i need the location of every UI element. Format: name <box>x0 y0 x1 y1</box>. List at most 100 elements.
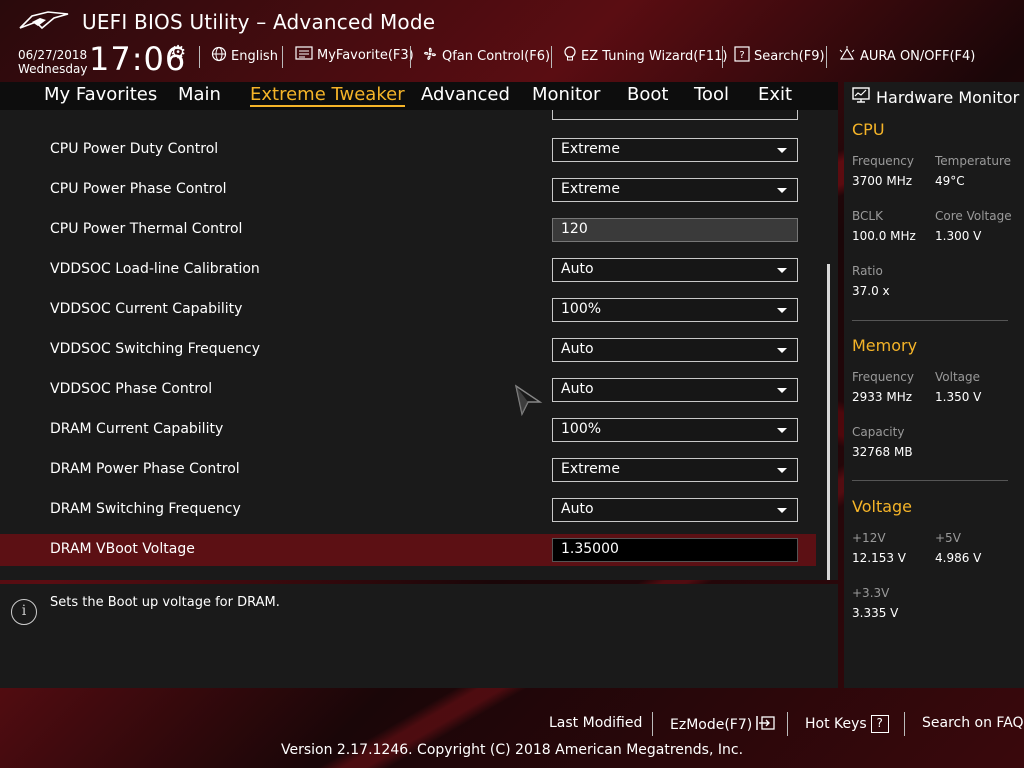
tab-main[interactable]: Main <box>178 84 221 105</box>
hot-keys-label: Hot Keys <box>805 716 867 732</box>
setting-dropdown[interactable]: 100% <box>552 298 798 322</box>
tab-my-favorites[interactable]: My Favorites <box>44 84 157 105</box>
tab-advanced[interactable]: Advanced <box>421 84 510 105</box>
setting-dropdown[interactable]: Auto <box>552 498 798 522</box>
setting-row-vddsoc-current-capability[interactable]: VDDSOC Current Capability 100% <box>0 294 816 326</box>
search-icon: ? <box>734 46 750 66</box>
chevron-down-icon <box>777 268 787 273</box>
help-text: Sets the Boot up voltage for DRAM. <box>50 595 280 610</box>
search-faq-button[interactable]: Search on FAQ <box>922 715 1024 731</box>
myfavorite-label: MyFavorite(F3) <box>317 47 414 63</box>
cpu-temperature-value: 49°C <box>935 174 965 188</box>
dropdown-value: Auto <box>561 381 594 397</box>
setting-label: DRAM Power Phase Control <box>50 461 240 477</box>
setting-row-dram-vboot-voltage[interactable]: DRAM VBoot Voltage 1.35000 <box>0 534 816 566</box>
search-button[interactable]: ? Search(F9) <box>734 46 825 66</box>
language-button[interactable]: English <box>211 46 278 66</box>
globe-icon <box>211 46 227 66</box>
chevron-down-icon <box>777 188 787 193</box>
myfavorite-button[interactable]: MyFavorite(F3) <box>295 46 414 64</box>
last-modified-label: Last Modified <box>549 715 643 731</box>
mouse-cursor-icon <box>514 384 543 416</box>
chevron-down-icon <box>777 148 787 153</box>
voltage-input[interactable]: 1.35000 <box>552 538 798 562</box>
setting-dropdown[interactable]: Auto <box>552 378 798 402</box>
tab-extreme-tweaker[interactable]: Extreme Tweaker <box>250 84 405 107</box>
bulb-icon <box>563 46 577 66</box>
divider <box>722 46 723 68</box>
capacity-label: Capacity <box>852 425 905 439</box>
v12-value: 12.153 V <box>852 551 907 565</box>
chevron-down-icon <box>777 308 787 313</box>
input-value: 1.35000 <box>561 541 619 557</box>
hardware-monitor-panel: Hardware Monitor CPU Frequency Temperatu… <box>844 82 1024 688</box>
setting-dropdown[interactable]: Auto <box>552 338 798 362</box>
help-icon: ? <box>870 715 889 733</box>
divider <box>551 46 552 68</box>
ezmode-button[interactable]: EzMode(F7) <box>670 715 776 735</box>
gear-icon[interactable]: ⚙ <box>170 42 186 63</box>
version-text: Version 2.17.1246. Copyright (C) 2018 Am… <box>280 742 744 758</box>
setting-label: DRAM Current Capability <box>50 421 224 437</box>
tab-monitor[interactable]: Monitor <box>532 84 600 105</box>
hot-keys-button[interactable]: Hot Keys ? <box>805 715 889 733</box>
rog-logo-icon <box>19 11 69 30</box>
chevron-down-icon <box>777 428 787 433</box>
divider <box>826 46 827 68</box>
partial-dropdown[interactable] <box>552 110 798 120</box>
setting-dropdown[interactable]: Extreme <box>552 178 798 202</box>
field-value: 120 <box>561 221 588 237</box>
app-title: UEFI BIOS Utility – Advanced Mode <box>82 10 436 34</box>
setting-row-vddsoc-switching-frequency[interactable]: VDDSOC Switching Frequency Auto <box>0 334 816 366</box>
ez-tuning-wizard-button[interactable]: EZ Tuning Wizard(F11) <box>563 46 727 66</box>
setting-row-vddsoc-phase-control[interactable]: VDDSOC Phase Control Auto <box>0 374 816 406</box>
setting-dropdown[interactable]: Extreme <box>552 458 798 482</box>
setting-row-dram-power-phase-control[interactable]: DRAM Power Phase Control Extreme <box>0 454 816 486</box>
setting-row-vddsoc-llc[interactable]: VDDSOC Load-line Calibration Auto <box>0 254 816 286</box>
aura-label: AURA ON/OFF(F4) <box>860 48 976 64</box>
tab-tool[interactable]: Tool <box>694 84 729 105</box>
divider <box>787 712 788 736</box>
header: UEFI BIOS Utility – Advanced Mode 06/27/… <box>0 0 1024 82</box>
cpu-temperature-label: Temperature <box>935 154 1012 168</box>
setting-dropdown[interactable]: 100% <box>552 418 798 442</box>
setting-row-dram-switching-frequency[interactable]: DRAM Switching Frequency Auto <box>0 494 816 526</box>
setting-row-cpu-power-phase-control[interactable]: CPU Power Phase Control Extreme <box>0 174 816 206</box>
main-menu-bar: My Favorites Main Extreme Tweaker Advanc… <box>0 82 838 110</box>
v33-label: +3.3V <box>852 586 890 600</box>
setting-dropdown[interactable]: Auto <box>552 258 798 282</box>
v5-value: 4.986 V <box>935 551 982 565</box>
tab-boot[interactable]: Boot <box>627 84 668 105</box>
date-text: 06/27/2018 <box>18 48 88 62</box>
ratio-label: Ratio <box>852 264 883 278</box>
setting-label: CPU Power Phase Control <box>50 181 227 197</box>
core-voltage-label: Core Voltage <box>935 209 1012 223</box>
ez-tuning-label: EZ Tuning Wizard(F11) <box>581 48 728 64</box>
setting-value-field[interactable]: 120 <box>552 218 798 242</box>
dropdown-value: Auto <box>561 341 594 357</box>
divider <box>852 480 1008 481</box>
chevron-down-icon <box>777 348 787 353</box>
setting-dropdown[interactable]: Extreme <box>552 138 798 162</box>
dropdown-value: Auto <box>561 501 594 517</box>
divider <box>652 712 653 736</box>
dropdown-value: Extreme <box>561 461 620 477</box>
last-modified-button[interactable]: Last Modified <box>549 715 642 731</box>
date-display: 06/27/2018 Wednesday <box>18 48 87 76</box>
tab-exit[interactable]: Exit <box>758 84 792 105</box>
aura-toggle-button[interactable]: AURA ON/OFF(F4) <box>838 46 975 66</box>
bclk-label: BCLK <box>852 209 883 223</box>
setting-row-dram-current-capability[interactable]: DRAM Current Capability 100% <box>0 414 816 446</box>
divider <box>199 46 200 68</box>
scrollbar[interactable] <box>827 264 830 580</box>
setting-row-cpu-power-thermal-control[interactable]: CPU Power Thermal Control 120 <box>0 214 816 246</box>
setting-label: CPU Power Duty Control <box>50 141 219 157</box>
setting-label: VDDSOC Phase Control <box>50 381 213 397</box>
chevron-down-icon <box>777 508 787 513</box>
search-label: Search(F9) <box>754 48 825 64</box>
info-icon: i <box>11 599 37 625</box>
setting-row-cpu-power-duty-control[interactable]: CPU Power Duty Control Extreme <box>0 134 816 166</box>
setting-label: VDDSOC Current Capability <box>50 301 243 317</box>
qfan-control-button[interactable]: Qfan Control(F6) <box>422 46 550 66</box>
setting-label: DRAM VBoot Voltage <box>50 541 195 557</box>
